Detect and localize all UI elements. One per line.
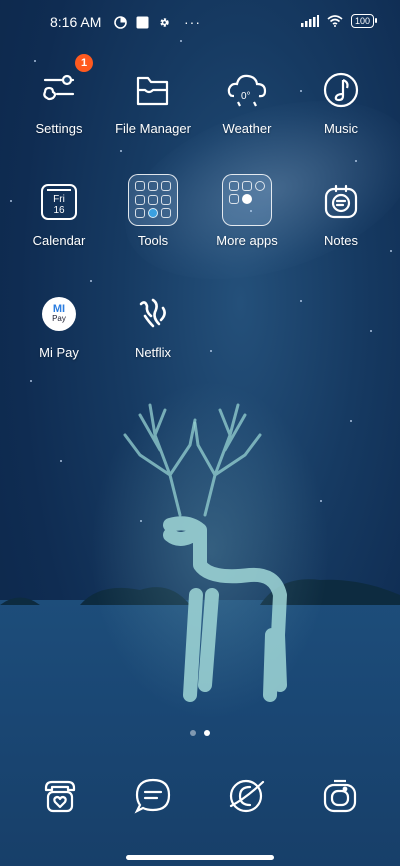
calendar-icon: Fri 16 [41, 184, 77, 220]
camera-icon [323, 779, 357, 813]
message-bubble-icon [134, 778, 171, 814]
wifi-icon [327, 15, 343, 27]
tool-app-icon [148, 208, 158, 219]
app-mini-icon [242, 194, 252, 204]
calendar-day: Fri [53, 194, 65, 205]
app-label: Tools [137, 233, 169, 248]
notes-icon [324, 184, 358, 219]
app-music[interactable]: Music [293, 66, 389, 136]
app-mini-icon [255, 181, 265, 191]
app-mini-icon [229, 194, 239, 204]
mi-pay-icon: MI Pay [42, 297, 76, 331]
app-weather[interactable]: 0° Weather [199, 66, 295, 136]
tool-app-icon [135, 194, 145, 205]
app-notes[interactable]: Notes [293, 178, 389, 248]
browser-planet-icon [229, 779, 265, 813]
page-indicator[interactable] [190, 730, 210, 736]
app-netflix[interactable]: Netflix [105, 290, 201, 360]
weather-cloud-icon: 0° [227, 74, 267, 107]
app-label: Settings [35, 121, 83, 136]
tool-app-icon [148, 181, 158, 191]
status-bar: 8:16 AM ··· 100 [0, 0, 400, 44]
app-folder-tools[interactable]: Tools [105, 174, 201, 248]
calendar-date: 16 [53, 205, 65, 216]
app-calendar[interactable]: Fri 16 Calendar [11, 178, 107, 248]
app-mi-pay[interactable]: MI Pay Mi Pay [11, 290, 107, 360]
battery-icon: 100 [350, 14, 378, 28]
notification-badge: 1 [75, 54, 93, 72]
netflix-icon [139, 298, 166, 328]
folder-icon [136, 76, 169, 106]
tool-app-icon [135, 208, 145, 219]
app-label: Notes [324, 233, 358, 248]
app-settings[interactable]: 1 Settings [11, 54, 107, 136]
app-label: Mi Pay [39, 345, 79, 360]
dock-browser[interactable] [222, 772, 270, 820]
app-label: Weather [222, 121, 272, 136]
settings-sliders-icon [43, 74, 75, 101]
tool-app-icon [161, 181, 171, 191]
app-label: File Manager [115, 121, 191, 136]
gear-icon [160, 17, 169, 27]
app-file-manager[interactable]: File Manager [105, 66, 201, 136]
weather-temp: 0° [241, 91, 251, 102]
app-folder-more-apps[interactable]: More apps [199, 174, 295, 248]
deer-silhouette [123, 403, 287, 702]
music-note-icon [323, 72, 359, 108]
app-mini-icon [242, 181, 252, 191]
tool-app-icon [161, 194, 171, 205]
mi-pay-logo-pay: Pay [52, 314, 66, 323]
signal-icon [300, 15, 319, 27]
more-dots-icon: ··· [184, 14, 201, 30]
app-label: Netflix [134, 345, 172, 360]
app-mini-icon [229, 181, 239, 191]
app-label: More apps [216, 233, 278, 248]
tool-app-icon [148, 194, 158, 205]
home-gesture-bar[interactable] [126, 855, 274, 860]
folder-grid-icon [222, 174, 272, 226]
phone-heart-icon [44, 780, 76, 813]
page-dot-2-active[interactable] [204, 730, 210, 736]
square-notification-icon [136, 16, 149, 28]
app-label: Calendar [32, 233, 86, 248]
app-label: Music [324, 121, 358, 136]
tool-app-icon [135, 181, 145, 191]
tool-app-icon [161, 208, 171, 219]
folder-grid-icon [128, 174, 178, 226]
dock-camera[interactable] [316, 772, 364, 820]
data-saver-icon [114, 15, 127, 29]
mi-pay-logo-mi: MI [52, 303, 66, 315]
dock-phone[interactable] [36, 772, 84, 820]
dock-messages[interactable] [129, 772, 177, 820]
status-time: 8:16 AM [50, 14, 102, 30]
page-dot-1[interactable] [190, 730, 196, 736]
